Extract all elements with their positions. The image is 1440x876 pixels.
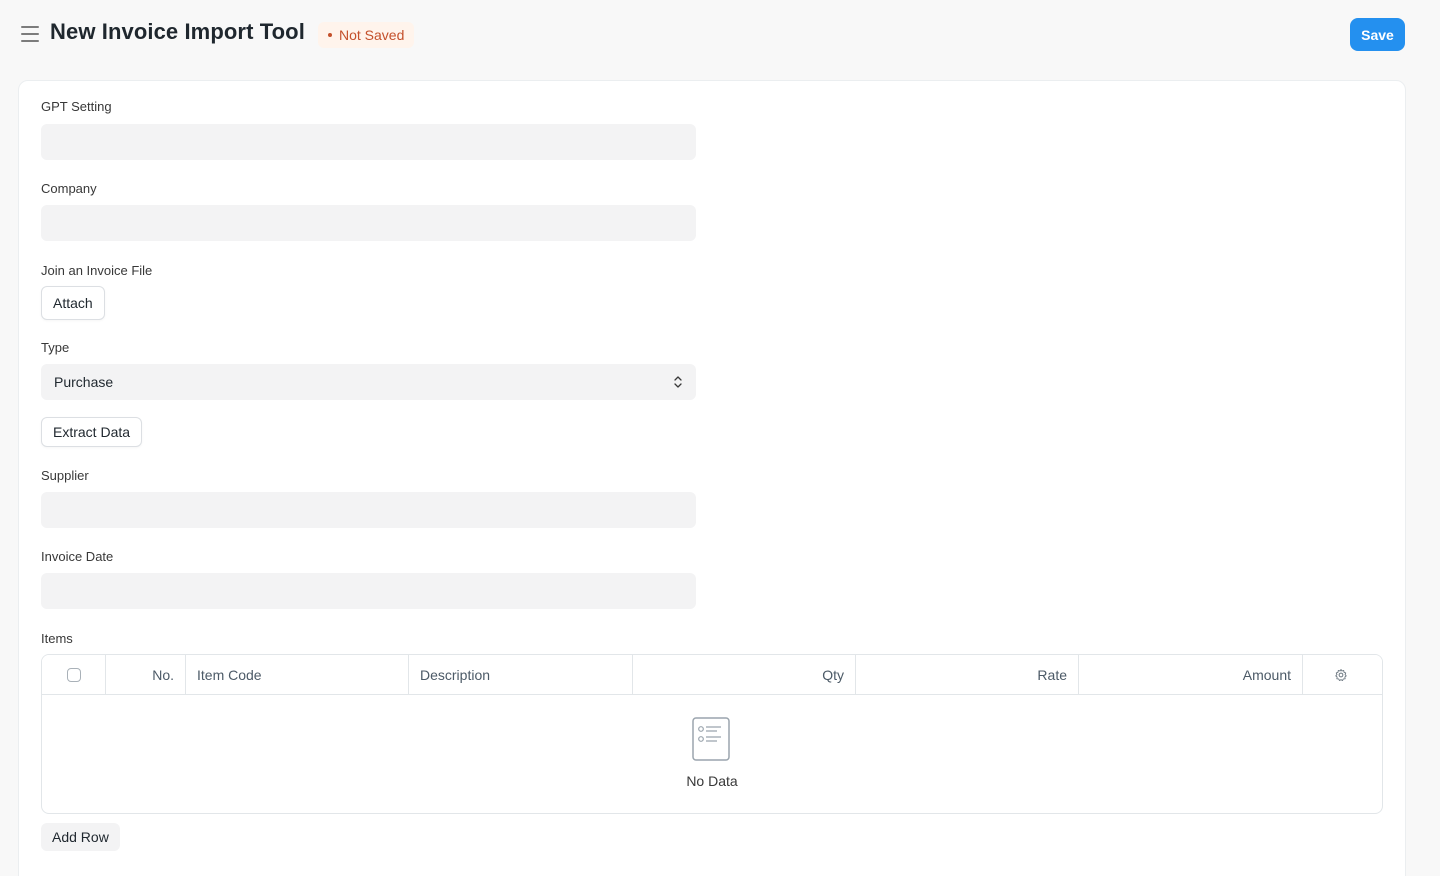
status-text: Not Saved	[339, 27, 405, 43]
gpt-setting-input[interactable]	[41, 124, 696, 160]
hamburger-icon[interactable]	[21, 26, 39, 42]
empty-state: No Data	[42, 695, 1382, 813]
type-select[interactable]: Purchase	[41, 364, 696, 400]
supplier-input[interactable]	[41, 492, 696, 528]
page-header: New Invoice Import Tool Not Saved Save	[0, 0, 1440, 70]
save-button[interactable]: Save	[1350, 18, 1405, 51]
extract-data-button[interactable]: Extract Data	[41, 417, 143, 447]
items-table-header: No. Item Code Description Qty Rate Amoun…	[42, 655, 1382, 695]
page-title: New Invoice Import Tool	[50, 19, 305, 44]
select-all-checkbox[interactable]	[67, 668, 81, 682]
type-select-value: Purchase	[54, 374, 114, 390]
gpt-setting-label: GPT Setting	[41, 99, 112, 114]
chevron-up-down-icon	[674, 376, 682, 388]
column-qty[interactable]: Qty	[633, 655, 856, 695]
column-rate[interactable]: Rate	[856, 655, 1079, 695]
items-table: No. Item Code Description Qty Rate Amoun…	[41, 654, 1383, 814]
empty-text: No Data	[686, 773, 738, 789]
invoice-file-label: Join an Invoice File	[41, 263, 153, 278]
column-item-code[interactable]: Item Code	[186, 655, 409, 695]
invoice-date-label: Invoice Date	[41, 549, 114, 564]
gear-icon[interactable]	[1334, 668, 1348, 682]
select-all-column	[42, 655, 106, 695]
add-row-button[interactable]: Add Row	[41, 823, 120, 851]
supplier-label: Supplier	[41, 468, 89, 483]
invoice-date-input[interactable]	[41, 573, 696, 609]
company-label: Company	[41, 181, 97, 196]
column-amount[interactable]: Amount	[1079, 655, 1303, 695]
column-description[interactable]: Description	[409, 655, 633, 695]
status-dot-icon	[328, 33, 332, 37]
status-badge: Not Saved	[318, 22, 415, 48]
column-no[interactable]: No.	[106, 655, 186, 695]
type-label: Type	[41, 340, 70, 355]
form-card: GPT Setting Company Join an Invoice File…	[18, 80, 1406, 876]
list-document-icon	[692, 717, 730, 761]
company-input[interactable]	[41, 205, 696, 241]
items-label: Items	[41, 631, 73, 646]
attach-button[interactable]: Attach	[41, 286, 105, 320]
